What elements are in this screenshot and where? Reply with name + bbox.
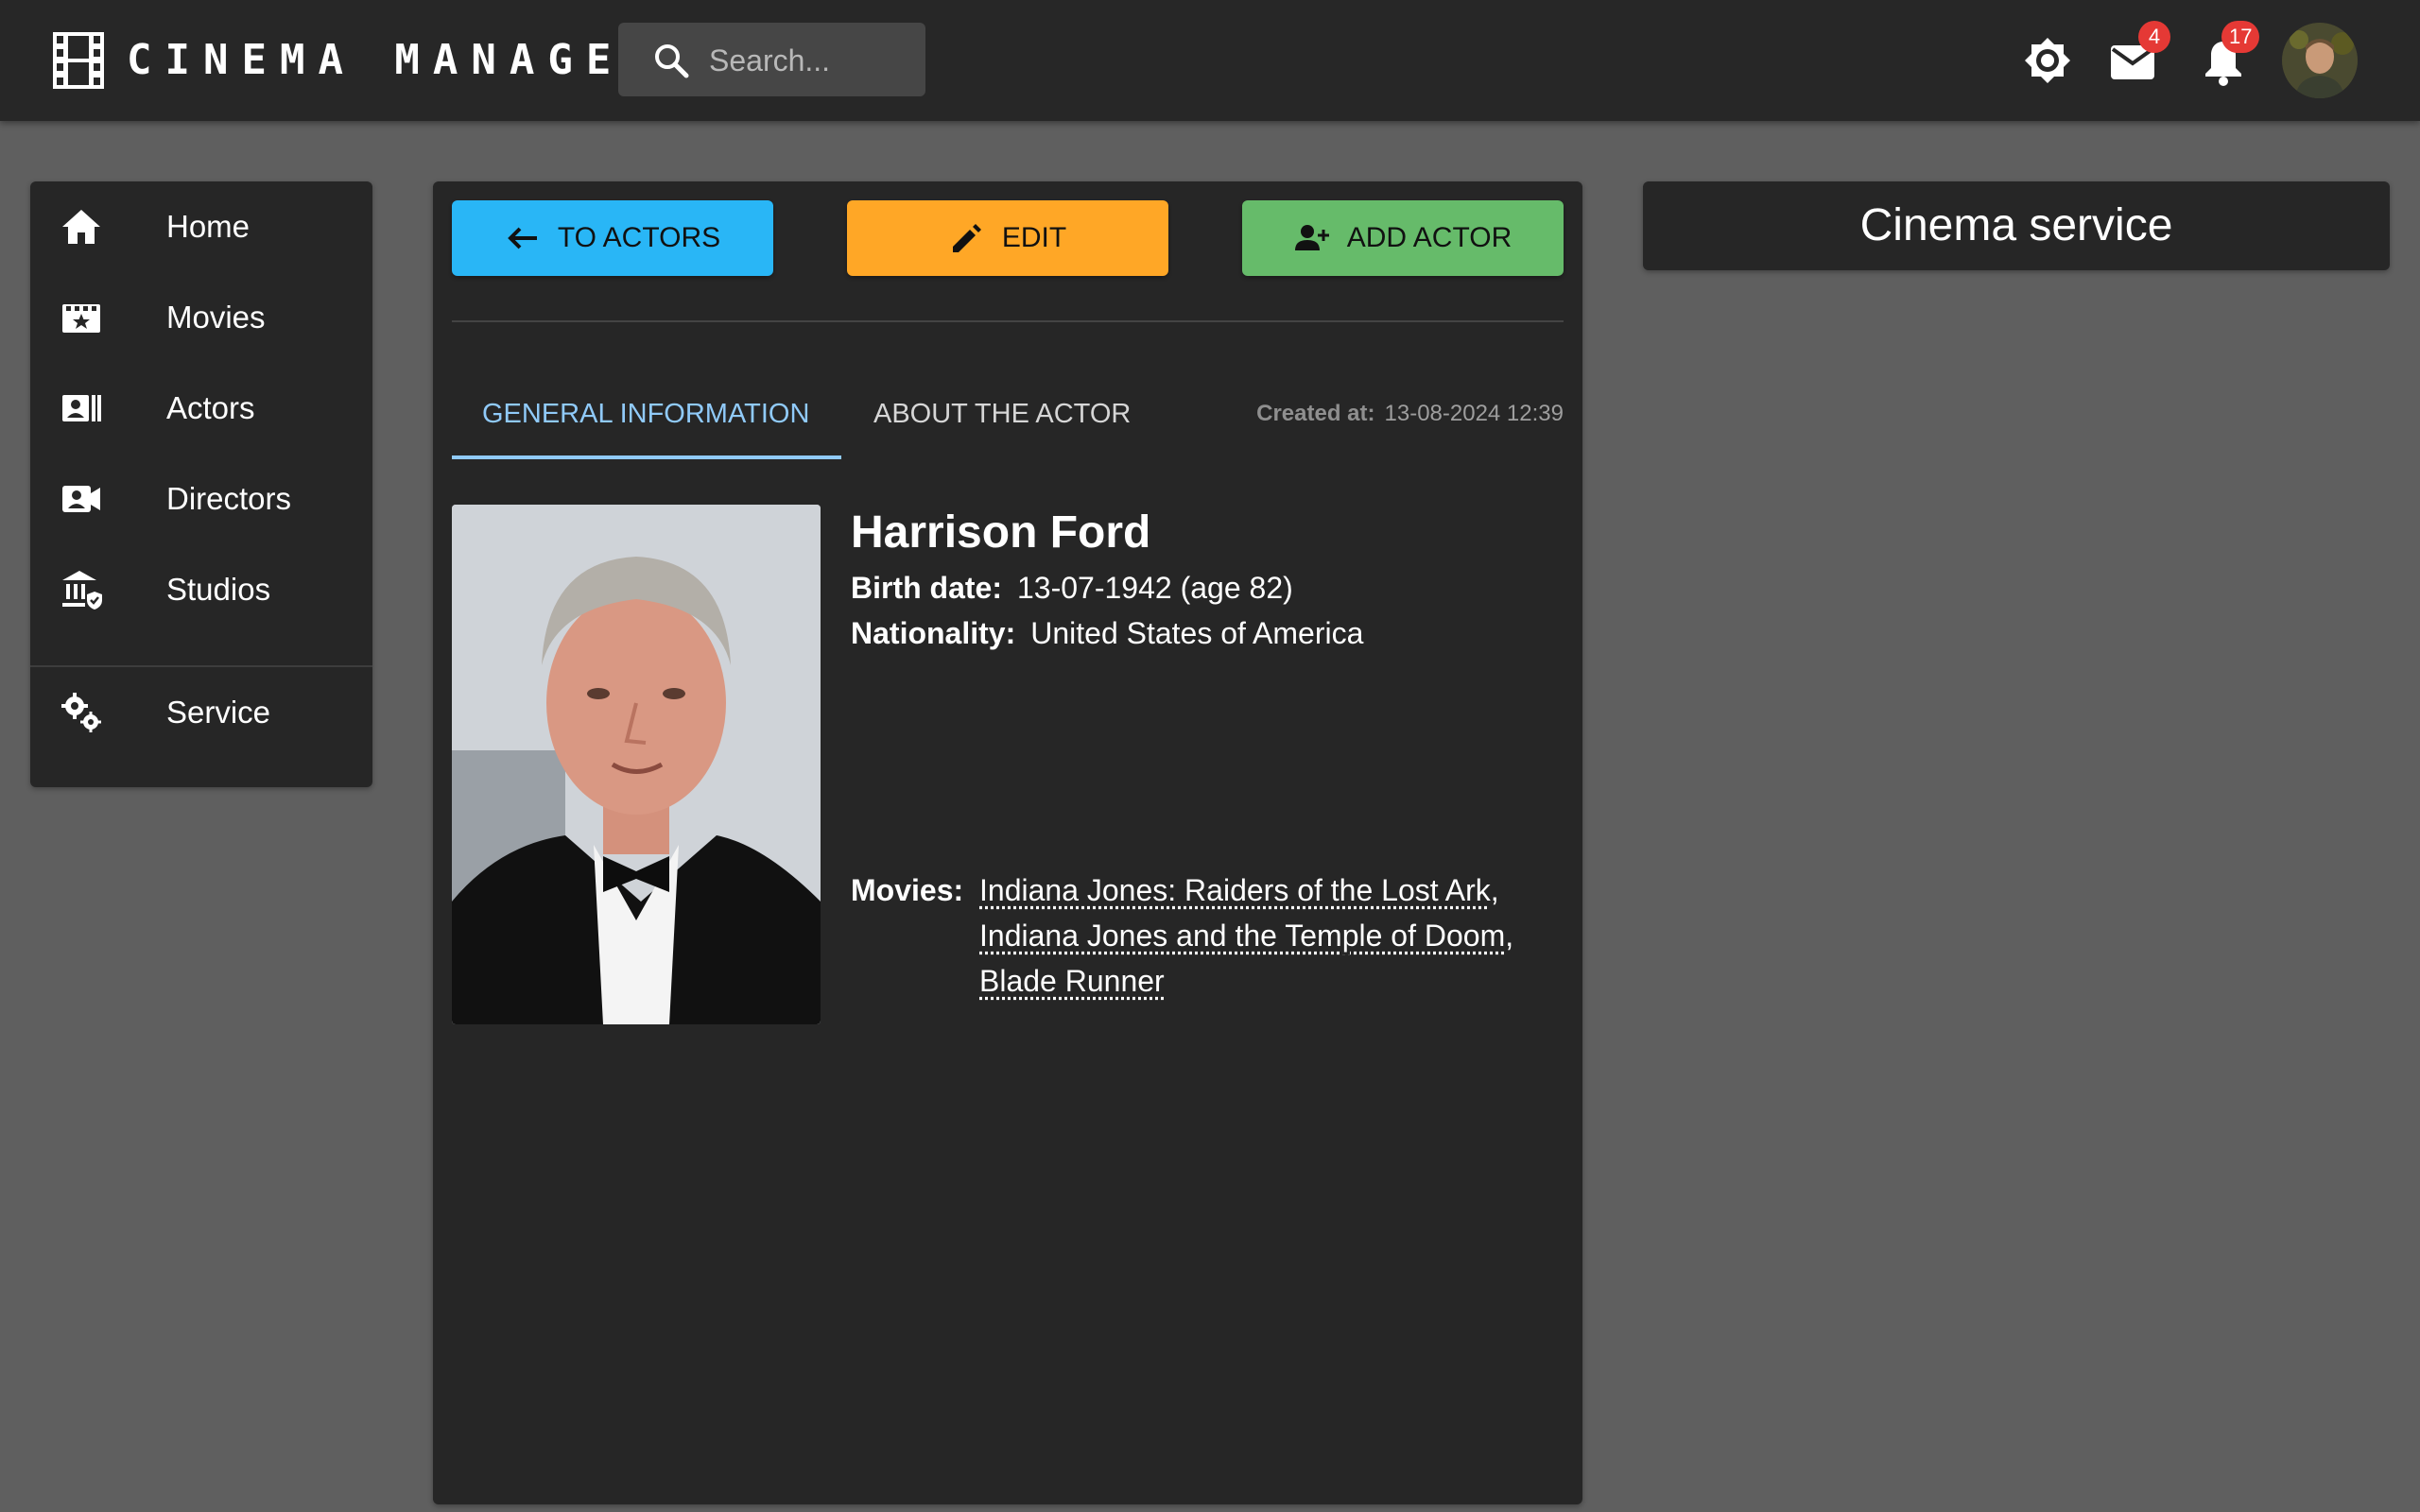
actor-portrait-image: [452, 505, 821, 1024]
active-tab-indicator: [452, 455, 841, 459]
toolbar-divider: [452, 320, 1564, 322]
search-box[interactable]: [618, 23, 925, 96]
search-icon: [655, 44, 689, 78]
service-icon: [61, 693, 101, 732]
avatar-image: [2282, 23, 2358, 98]
home-icon: [62, 210, 100, 244]
actor-details-card: TO ACTORS EDIT ADD ACTOR GENERAL INFORMA…: [433, 181, 1582, 1504]
nationality-value: United States of America: [1030, 616, 1364, 650]
film-strip-icon: [53, 32, 104, 89]
studios-icon: [62, 571, 102, 610]
nationality-label: Nationality:: [851, 616, 1016, 650]
add-person-icon: [1294, 225, 1329, 250]
movies-icon: [62, 304, 100, 333]
top-app-bar: CINEMA MANAGER 4 17: [0, 0, 2420, 121]
nationality-row: Nationality: United States of America: [851, 612, 1363, 654]
add-actor-button[interactable]: ADD ACTOR: [1242, 200, 1564, 276]
arrow-left-icon: [508, 227, 537, 249]
sidebar-item-label: Directors: [166, 481, 292, 516]
notifications-badge: 17: [2221, 21, 2260, 53]
actors-icon: [62, 395, 101, 421]
sidebar-nav: Home Movies Actors Directors Studios Ser…: [30, 181, 372, 787]
avatar[interactable]: [2282, 23, 2358, 98]
birth-date-row: Birth date: 13-07-1942 (age 82): [851, 567, 1293, 609]
created-at: Created at: 13-08-2024 12:39: [1256, 397, 1564, 431]
directors-icon: [62, 486, 100, 512]
movies-label: Movies:: [851, 873, 964, 907]
to-actors-label: TO ACTORS: [557, 222, 721, 253]
edit-button[interactable]: EDIT: [847, 200, 1168, 276]
created-at-label: Created at:: [1256, 401, 1375, 426]
sidebar-item-actors[interactable]: Actors: [30, 363, 372, 454]
sidebar-item-label: Movies: [166, 300, 266, 335]
movie-link[interactable]: Indiana Jones and the Temple of Doom: [979, 919, 1505, 953]
sidebar-item-label: Studios: [166, 572, 271, 607]
edit-label: EDIT: [1001, 222, 1067, 253]
sidebar-item-directors[interactable]: Directors: [30, 454, 372, 544]
created-at-value: 13-08-2024 12:39: [1384, 401, 1564, 426]
sidebar-item-label: Actors: [166, 390, 255, 425]
sidebar-item-movies[interactable]: Movies: [30, 272, 372, 363]
sidebar-item-home[interactable]: Home: [30, 181, 372, 272]
mail-badge: 4: [2138, 21, 2170, 53]
sidebar-item-label: Home: [166, 209, 251, 244]
birth-date-value: 13-07-1942 (age 82): [1017, 571, 1293, 605]
pencil-icon: [952, 224, 981, 252]
sidebar-item-service[interactable]: Service: [30, 667, 372, 758]
brightness-icon[interactable]: [2023, 36, 2072, 85]
actor-name: Harrison Ford: [851, 507, 1151, 558]
search-input[interactable]: [707, 36, 909, 85]
add-actor-label: ADD ACTOR: [1346, 222, 1512, 253]
sidebar-item-studios[interactable]: Studios: [30, 544, 372, 635]
app-brand[interactable]: CINEMA MANAGER: [127, 34, 663, 87]
tab-about-the-actor[interactable]: ABOUT THE ACTOR: [873, 395, 1131, 433]
tab-general-information[interactable]: GENERAL INFORMATION: [482, 395, 809, 433]
movies-list: Indiana Jones: Raiders of the Lost Ark, …: [979, 873, 1514, 998]
to-actors-button[interactable]: TO ACTORS: [452, 200, 773, 276]
actor-photo: [452, 505, 821, 1024]
movie-link[interactable]: Blade Runner: [979, 964, 1165, 998]
birth-date-label: Birth date:: [851, 571, 1002, 605]
movie-link[interactable]: Indiana Jones: Raiders of the Lost Ark: [979, 873, 1491, 907]
sidebar-item-label: Service: [166, 695, 271, 730]
cinema-service-panel: Cinema service: [1643, 181, 2390, 270]
